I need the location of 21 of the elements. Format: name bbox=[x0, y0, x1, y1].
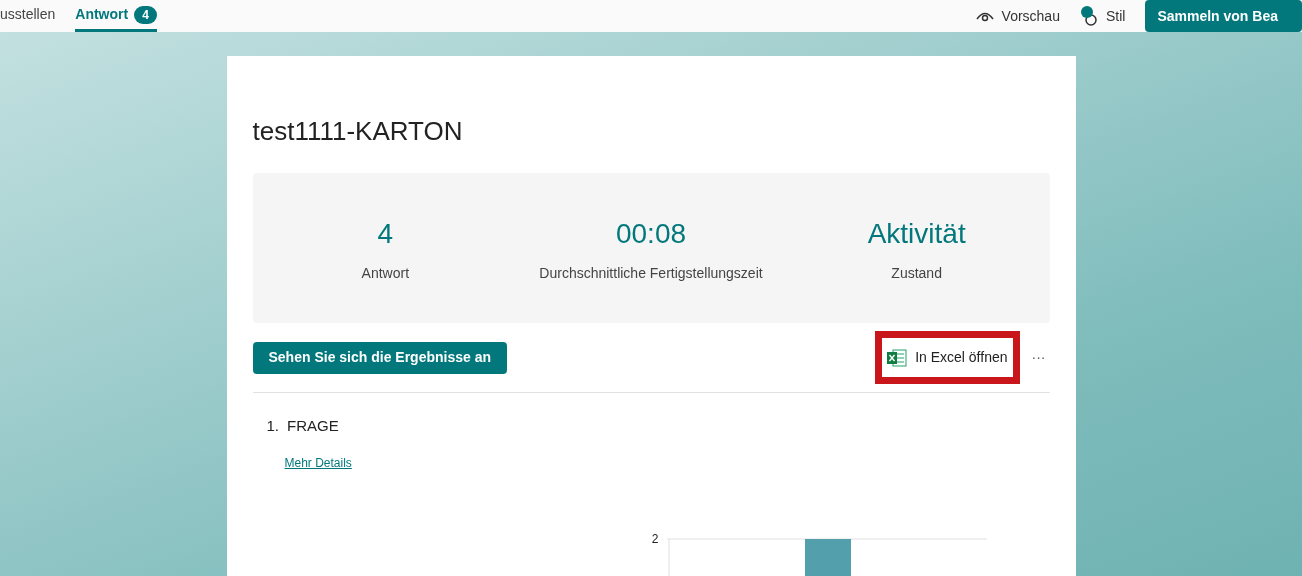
question-number: 1. bbox=[266, 416, 279, 436]
tab[interactable]: usstellen bbox=[0, 0, 56, 32]
axis-tick-label: 2 bbox=[650, 530, 660, 548]
style-button[interactable]: Stil bbox=[1079, 5, 1126, 27]
eye-icon bbox=[975, 10, 994, 22]
stat-label: Zustand bbox=[891, 263, 942, 283]
stat-label: Durchschnittliche Fertigstellungszeit bbox=[539, 263, 763, 283]
open-in-excel-button[interactable]: In Excel öffnen bbox=[879, 335, 1016, 380]
stat-value: Aktivität bbox=[867, 216, 966, 251]
spreadsheet-icon bbox=[887, 348, 908, 367]
stat-label: Antwort bbox=[361, 263, 410, 283]
collect-responses-button[interactable]: Sammeln von Bea bbox=[1145, 0, 1302, 32]
more-details-link[interactable]: Mehr Details bbox=[284, 453, 352, 472]
question-title: FRAGE bbox=[287, 416, 339, 436]
stat-value: 00:08 bbox=[615, 216, 687, 251]
form-title: test1111-KARTON bbox=[252, 115, 464, 148]
stat-value: 4 bbox=[377, 216, 394, 251]
count-badge: 4 bbox=[134, 5, 157, 24]
view-results-button[interactable]: Sehen Sie sich die Ergebnisse an bbox=[252, 341, 508, 374]
more-button[interactable]: ··· bbox=[1027, 347, 1050, 368]
preview-button[interactable]: Vorschau bbox=[975, 5, 1060, 27]
